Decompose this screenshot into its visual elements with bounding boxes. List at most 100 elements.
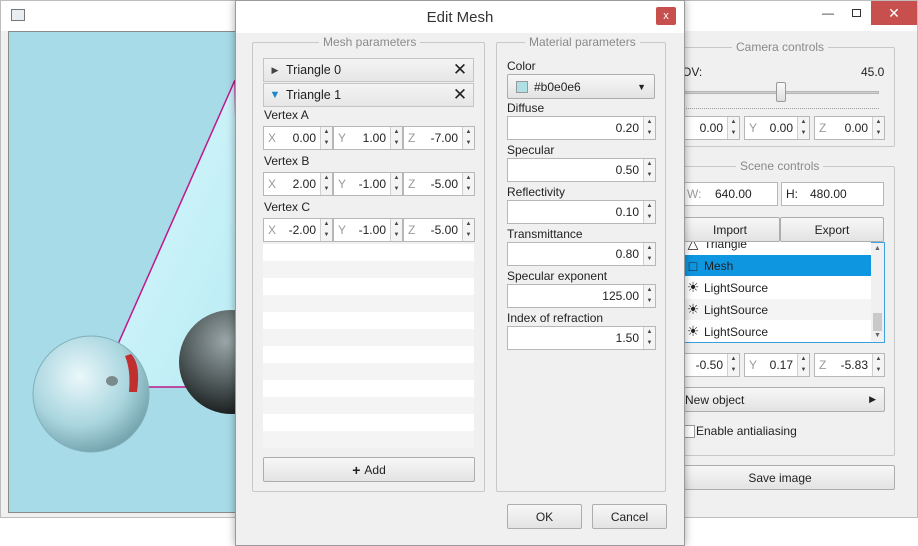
scene-group-title: Scene controls [736,159,824,173]
antialiasing-label: Enable antialiasing [696,424,797,438]
scene-list-scrollbar[interactable]: ▲ ▼ [871,243,884,342]
minimize-button[interactable]: — [813,1,843,25]
fov-label: OV: [682,65,703,79]
camera-group-title: Camera controls [732,40,829,54]
object-y-field[interactable]: Y 0.17 ▲ ▼ [744,353,810,377]
fov-slider-thumb[interactable] [776,82,786,102]
scene-item-label: LightSource [704,324,769,339]
dialog-close-button[interactable]: x [656,7,676,25]
dialog-titlebar: Edit Mesh [236,1,684,33]
empty-list-row [263,244,474,261]
chevron-down-icon: ▼ [637,81,646,92]
scene-list-item[interactable]: □ Mesh [682,255,871,276]
scene-list-item[interactable]: ☀ LightSource [682,299,871,320]
add-triangle-button[interactable]: + Add [263,457,475,482]
material-field-spinner[interactable]: ▲ ▼ [643,285,655,307]
material-field-spinner[interactable]: ▲ ▼ [643,201,655,223]
vertex-y-field[interactable]: Y -1.00 ▲ ▼ [333,218,403,242]
empty-list-row [263,397,474,414]
object-z-spinner[interactable]: ▲ ▼ [872,354,884,376]
material-field-input[interactable]: 1.50 ▲ ▼ [507,326,656,350]
material-field-label: Reflectivity [507,185,566,199]
scroll-down-icon[interactable]: ▼ [874,332,881,339]
scroll-thumb[interactable] [873,313,882,331]
material-field-label: Index of refraction [507,311,604,325]
height-field[interactable]: H: 480.00 [781,182,884,206]
vertex-y-field[interactable]: Y 1.00 ▲ ▼ [333,126,403,150]
vertex-z-spinner[interactable]: ▲ ▼ [462,127,474,149]
window-close-button[interactable]: ✕ [871,1,917,25]
vertex-z-field[interactable]: Z -7.00 ▲ ▼ [403,126,475,150]
scene-list-item[interactable]: ☀ LightSource [682,277,871,298]
material-field-label: Transmittance [507,227,583,241]
material-field-input[interactable]: 0.10 ▲ ▼ [507,200,656,224]
camera-y-spinner[interactable]: ▲ ▼ [797,117,809,139]
vertex-x-spinner[interactable]: ▲ ▼ [320,127,332,149]
vertex-label: Vertex A [264,108,309,122]
glass-sphere [32,335,150,453]
vertex-x-spinner[interactable]: ▲ ▼ [320,173,332,195]
object-x-spinner[interactable]: ▲ ▼ [727,354,739,376]
scene-item-label: LightSource [704,302,769,317]
fov-slider-ticks [683,105,879,109]
ok-button[interactable]: OK [507,504,582,529]
empty-list-row [263,363,474,380]
object-y-spinner[interactable]: ▲ ▼ [797,354,809,376]
vertex-y-spinner[interactable]: ▲ ▼ [390,173,402,195]
camera-z-field[interactable]: Z 0.00 ▲ ▼ [814,116,885,140]
fov-value: 45.0 [861,65,885,79]
vertex-x-field[interactable]: X 0.00 ▲ ▼ [263,126,333,150]
material-field-spinner[interactable]: ▲ ▼ [643,159,655,181]
add-label: Add [364,462,386,477]
vertex-z-field[interactable]: Z -5.00 ▲ ▼ [403,172,475,196]
width-field[interactable]: W: 640.00 [682,182,778,206]
vertex-y-field[interactable]: Y -1.00 ▲ ▼ [333,172,403,196]
remove-triangle-icon[interactable]: ✕ [447,85,473,105]
camera-x-spinner[interactable]: ▲ ▼ [727,117,739,139]
material-field-input[interactable]: 0.80 ▲ ▼ [507,242,656,266]
vertex-y-spinner[interactable]: ▲ ▼ [390,219,402,241]
new-object-menu-button[interactable]: New object ▶ [680,387,885,412]
triangle-name: Triangle 1 [286,88,342,102]
camera-z-spinner[interactable]: ▲ ▼ [872,117,884,139]
maximize-button[interactable] [843,1,869,25]
vertex-z-spinner[interactable]: ▲ ▼ [462,173,474,195]
triangle-header[interactable]: ▶ Triangle 0 ✕ [263,58,474,82]
empty-list-row [263,261,474,278]
camera-y-field[interactable]: Y 0.00 ▲ ▼ [744,116,810,140]
material-field-spinner[interactable]: ▲ ▼ [643,327,655,349]
cancel-button[interactable]: Cancel [592,504,667,529]
light-icon: ☀ [686,279,700,295]
vertex-z-field[interactable]: Z -5.00 ▲ ▼ [403,218,475,242]
remove-triangle-icon[interactable]: ✕ [447,60,473,80]
light-icon: ☀ [686,323,700,339]
triangle-header[interactable]: ▼ Triangle 1 ✕ [263,83,474,107]
render-viewport[interactable] [8,31,240,513]
empty-list-row [263,414,474,431]
material-field-spinner[interactable]: ▲ ▼ [643,243,655,265]
vertex-z-spinner[interactable]: ▲ ▼ [462,219,474,241]
object-z-field[interactable]: Z -5.83 ▲ ▼ [814,353,885,377]
scene-list-item[interactable]: ☀ LightSource [682,321,871,342]
import-button[interactable]: Import [680,217,780,242]
material-group-title: Material parameters [525,35,640,49]
vertex-y-spinner[interactable]: ▲ ▼ [390,127,402,149]
material-field-input[interactable]: 0.50 ▲ ▼ [507,158,656,182]
vertex-x-spinner[interactable]: ▲ ▼ [320,219,332,241]
export-button[interactable]: Export [780,217,884,242]
empty-list-row [263,431,474,448]
save-image-button[interactable]: Save image [665,465,895,490]
vertex-x-field[interactable]: X 2.00 ▲ ▼ [263,172,333,196]
color-picker[interactable]: #b0e0e6 ▼ [507,74,655,99]
material-field-label: Specular exponent [507,269,608,283]
plus-icon: + [352,461,361,478]
material-field-input[interactable]: 125.00 ▲ ▼ [507,284,656,308]
vertex-x-field[interactable]: X -2.00 ▲ ▼ [263,218,333,242]
material-field-spinner[interactable]: ▲ ▼ [643,117,655,139]
empty-list-row [263,329,474,346]
camera-x-field[interactable]: 0.00 ▲ ▼ [682,116,740,140]
material-field-input[interactable]: 0.20 ▲ ▼ [507,116,656,140]
collapsed-arrow-icon: ▶ [271,64,279,75]
object-x-field[interactable]: -0.50 ▲ ▼ [682,353,740,377]
scroll-up-icon[interactable]: ▲ [874,245,881,252]
